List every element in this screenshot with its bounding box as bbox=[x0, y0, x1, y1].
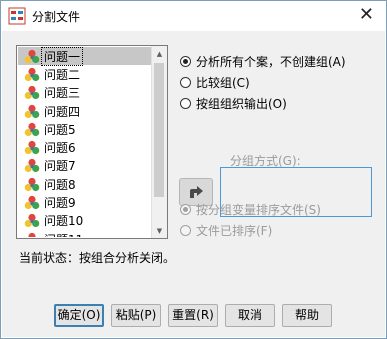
window-title: 分割文件 bbox=[32, 10, 81, 24]
list-item[interactable]: 问题四 bbox=[18, 102, 151, 120]
scroll-up-icon[interactable]: ▲ bbox=[152, 46, 167, 61]
list-item[interactable]: 问题7 bbox=[18, 157, 151, 175]
list-item[interactable]: 问题8 bbox=[18, 175, 151, 193]
list-item-label: 问题7 bbox=[44, 159, 76, 174]
radio-organize-output-label: 按组组织输出(O) bbox=[196, 97, 287, 111]
radio-organize-output-button[interactable] bbox=[180, 98, 191, 109]
radio-organize-output[interactable]: 按组组织输出(O) bbox=[180, 95, 287, 112]
list-item-label: 问题二 bbox=[44, 67, 81, 82]
nominal-variable-icon bbox=[28, 232, 36, 237]
current-status-text: 当前状态：按组合分析关闭。 bbox=[19, 251, 176, 265]
nominal-variable-icon bbox=[24, 104, 40, 118]
list-item[interactable]: 问题三 bbox=[18, 84, 151, 102]
close-icon[interactable]: ✕ bbox=[359, 5, 374, 25]
nominal-variable-icon bbox=[24, 141, 40, 155]
nominal-variable-icon bbox=[24, 67, 40, 82]
radio-analyze-all-button[interactable] bbox=[180, 56, 191, 67]
radio-analyze-all[interactable]: 分析所有个案，不创建组(A) bbox=[180, 53, 346, 70]
list-item[interactable]: 问题11 bbox=[18, 230, 151, 237]
variable-list-scrollbar[interactable]: ▲ ▼ bbox=[151, 46, 167, 238]
radio-compare-groups-button[interactable] bbox=[180, 77, 191, 88]
list-item[interactable]: 问题二 bbox=[18, 65, 151, 83]
scroll-down-icon[interactable]: ▼ bbox=[152, 223, 167, 238]
reset-button[interactable]: 重置(R) bbox=[168, 304, 218, 327]
list-item[interactable]: 问题9 bbox=[18, 193, 151, 211]
radio-already-sorted[interactable]: 文件已排序(F) bbox=[180, 222, 272, 239]
radio-compare-groups-label: 比较组(C) bbox=[196, 76, 250, 90]
list-item-label: 问题一 bbox=[41, 47, 84, 66]
nominal-variable-icon bbox=[24, 86, 40, 100]
radio-sort-by-group-label: 按分组变量排序文件(S) bbox=[196, 203, 321, 217]
cancel-button[interactable]: 取消 bbox=[225, 304, 275, 327]
list-item-label: 问题5 bbox=[44, 122, 76, 137]
nominal-variable-icon bbox=[24, 214, 40, 228]
list-item-label: 问题三 bbox=[44, 86, 81, 101]
list-item[interactable]: 问题一 bbox=[18, 47, 151, 66]
radio-compare-groups[interactable]: 比较组(C) bbox=[180, 74, 250, 91]
nominal-variable-icon bbox=[24, 177, 40, 191]
help-button[interactable]: 帮助 bbox=[282, 304, 332, 327]
list-item[interactable]: 问题5 bbox=[18, 120, 151, 138]
list-item[interactable]: 问题10 bbox=[18, 212, 151, 230]
variable-list[interactable]: 问题一问题二问题三问题四问题5 问题6 问题7 问题8 问题9 问题10 问题11 ▲ ▼ bbox=[16, 45, 168, 239]
dialog-body: 问题一问题二问题三问题四问题5问题6问题7问题8问题9问题10问题11 ▲ ▼ … bbox=[2, 31, 385, 337]
list-item-label: 问题四 bbox=[44, 104, 81, 119]
list-item-label: 问题11 bbox=[44, 231, 83, 237]
radio-sort-by-group[interactable]: 按分组变量排序文件(S) bbox=[180, 201, 321, 218]
list-item-label: 问题10 bbox=[44, 214, 84, 229]
split-file-dialog: 分割文件 ✕ 问题一问题二问题三问题四问题5问题6问题7问题8问题9问题10问题… bbox=[0, 0, 387, 339]
list-item[interactable]: 问题6 bbox=[18, 138, 151, 156]
title-bar[interactable]: 分割文件 ✕ bbox=[1, 1, 386, 31]
radio-sort-by-group-button[interactable] bbox=[180, 204, 191, 215]
radio-already-sorted-label: 文件已排序(F) bbox=[196, 224, 273, 238]
list-item-label: 问题9 bbox=[44, 196, 76, 211]
nominal-variable-icon bbox=[24, 159, 40, 173]
scroll-thumb[interactable] bbox=[154, 63, 164, 197]
nominal-variable-icon bbox=[24, 49, 40, 63]
list-item-label: 问题6 bbox=[44, 141, 76, 156]
nominal-variable-icon bbox=[24, 122, 40, 136]
app-icon bbox=[8, 7, 26, 25]
ok-button[interactable]: 确定(O) bbox=[54, 304, 104, 327]
paste-button[interactable]: 粘贴(P) bbox=[111, 304, 161, 327]
variable-list-items: 问题一问题二问题三问题四问题5 问题6 问题7 问题8 问题9 问题10 问题11 bbox=[18, 47, 151, 237]
list-item-label: 问题8 bbox=[44, 177, 76, 192]
radio-analyze-all-label: 分析所有个案，不创建组(A) bbox=[196, 55, 346, 69]
nominal-variable-icon bbox=[24, 195, 40, 210]
radio-already-sorted-button[interactable] bbox=[180, 225, 191, 236]
right-arrow-icon bbox=[190, 186, 203, 198]
